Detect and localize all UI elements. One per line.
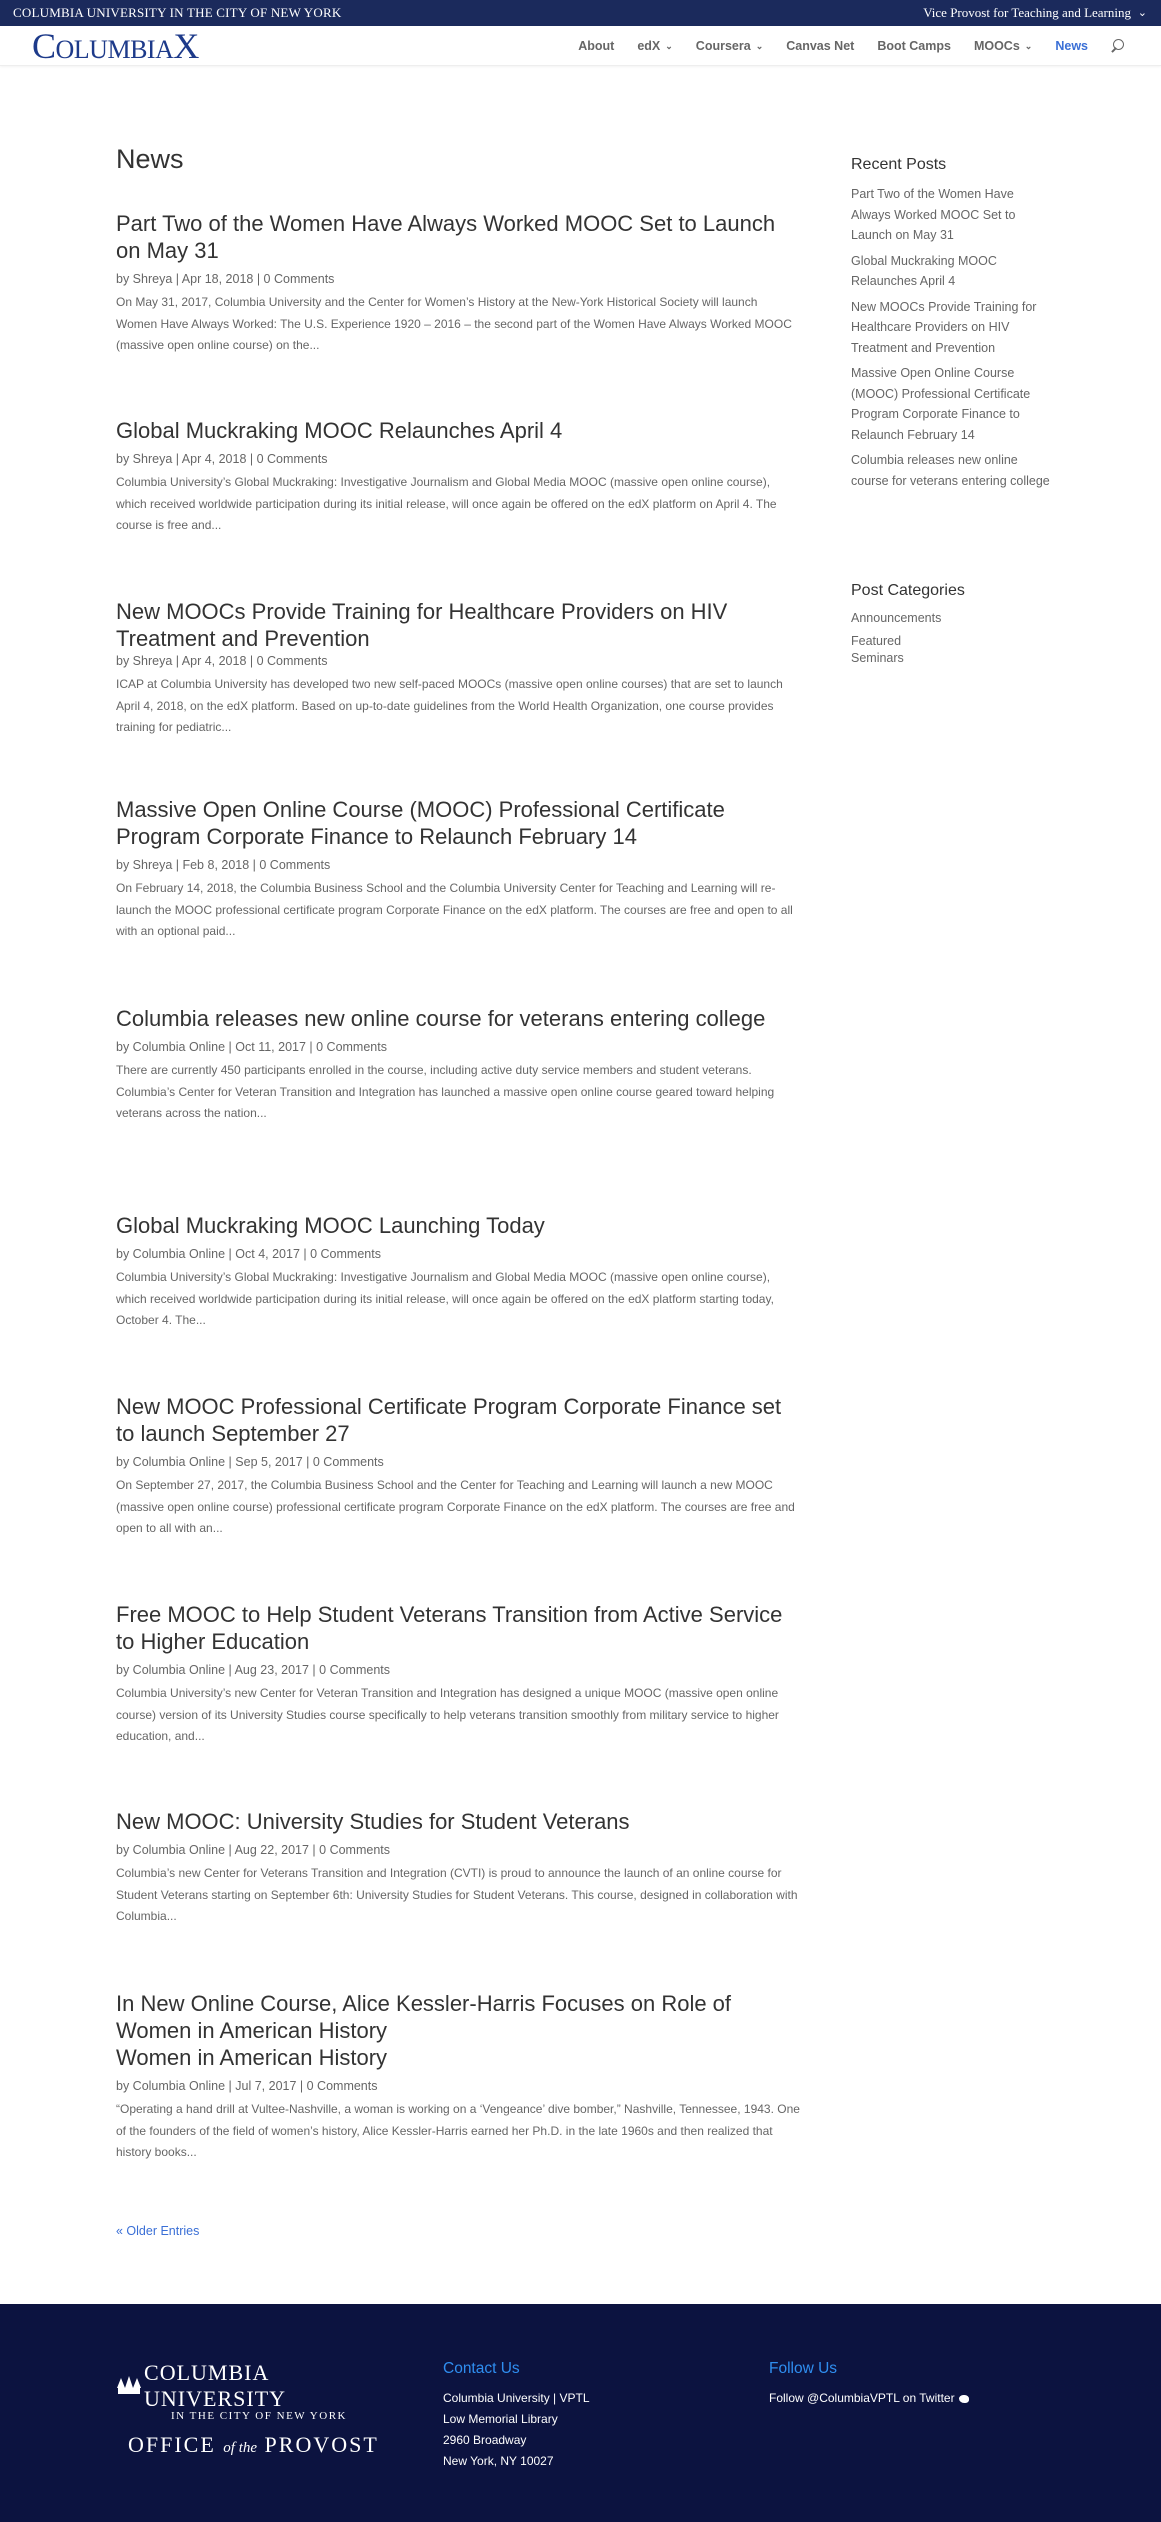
top-bar: COLUMBIA UNIVERSITY IN THE CITY OF NEW Y… <box>0 0 1161 26</box>
post-excerpt: “Operating a hand drill at Vultee-Nashvi… <box>116 2102 800 2159</box>
post-meta: by Columbia Online | Jul 7, 2017 | 0 Com… <box>116 2079 378 2093</box>
post-meta: by Columbia Online | Sep 5, 2017 | 0 Com… <box>116 1455 384 1469</box>
post-article: Free MOOC to Help Student Veterans Trans… <box>116 1601 801 1748</box>
post-title[interactable]: Columbia releases new online course for … <box>116 1005 801 1032</box>
post-excerpt: There are currently 450 participants enr… <box>116 1063 775 1120</box>
columbiax-logo[interactable]: COLUMBIAX <box>32 26 199 70</box>
nav-item-moocs[interactable]: MOOCs ⌄ <box>974 39 1032 53</box>
category-link[interactable]: Featured Seminars <box>851 633 1051 667</box>
university-name: COLUMBIA UNIVERSITY IN THE CITY OF NEW Y… <box>13 5 342 20</box>
post-article: New MOOC: University Studies for Student… <box>116 1808 801 1928</box>
post-title[interactable]: In New Online Course, Alice Kessler-Harr… <box>116 1990 801 2071</box>
post-article: New MOOCs Provide Training for Healthcar… <box>116 598 801 739</box>
contact-line: Low Memorial Library <box>443 2412 558 2426</box>
recent-post-link[interactable]: Columbia releases new online course for … <box>851 450 1051 491</box>
post-article: Global Muckraking MOOC Relaunches April … <box>116 417 801 537</box>
recent-post-link[interactable]: Massive Open Online Course (MOOC) Profes… <box>851 363 1051 445</box>
post-article: New MOOC Professional Certificate Progra… <box>116 1393 801 1540</box>
follow-column: Follow Us Follow @ColumbiaVPTL on Twitte… <box>769 2360 969 2409</box>
office-of-the-provost-logo[interactable]: OFFICE of the PROVOST <box>128 2432 379 2458</box>
post-categories-heading: Post Categories <box>851 582 965 599</box>
recent-post-link[interactable]: Part Two of the Women Have Always Worked… <box>851 184 1051 246</box>
post-excerpt: Columbia’s new Center for Veterans Trans… <box>116 1866 798 1923</box>
post-categories-list: Announcements Featured Seminars <box>851 610 1051 673</box>
contact-line: New York, NY 10027 <box>443 2454 554 2468</box>
main-nav: About edX ⌄ Coursera ⌄ Canvas Net Boot Cam… <box>555 26 1126 66</box>
post-excerpt: ICAP at Columbia University has develope… <box>116 677 783 734</box>
post-title[interactable]: Part Two of the Women Have Always Worked… <box>116 210 801 264</box>
contact-line: Columbia University | VPTL <box>443 2391 590 2405</box>
post-meta: by Shreya | Apr 18, 2018 | 0 Comments <box>116 272 335 286</box>
contact-heading: Contact Us <box>443 2360 520 2377</box>
post-title[interactable]: Global Muckraking MOOC Launching Today <box>116 1212 801 1239</box>
follow-heading: Follow Us <box>769 2360 838 2377</box>
site-header: COLUMBIAX About edX ⌄ Coursera ⌄ Canvas Ne… <box>0 26 1161 66</box>
nav-item-about[interactable]: About <box>578 39 614 53</box>
post-excerpt: On September 27, 2017, the Columbia Busi… <box>116 1478 795 1535</box>
chevron-down-icon: ⌄ <box>665 40 673 51</box>
post-meta: by Shreya | Apr 4, 2018 | 0 Comments <box>116 452 328 466</box>
post-excerpt: Columbia University’s Global Muckraking:… <box>116 1270 774 1327</box>
post-title[interactable]: New MOOCs Provide Training for Healthcar… <box>116 598 801 652</box>
post-meta: by Shreya | Apr 4, 2018 | 0 Comments <box>116 654 328 668</box>
recent-posts-heading: Recent Posts <box>851 156 947 173</box>
post-title[interactable]: Massive Open Online Course (MOOC) Profes… <box>116 796 801 850</box>
category-link[interactable]: Announcements <box>851 610 1051 627</box>
search-icon[interactable] <box>1110 38 1126 54</box>
recent-post-link[interactable]: Global Muckraking MOOC Relaunches April … <box>851 251 1051 292</box>
nav-item-news[interactable]: News <box>1055 39 1088 53</box>
post-article: Massive Open Online Course (MOOC) Profes… <box>116 796 801 943</box>
older-entries-link[interactable]: « Older Entries <box>116 2224 199 2238</box>
twitter-link[interactable]: Follow @ColumbiaVPTL on Twitter <box>769 2388 969 2409</box>
nav-item-boot-camps[interactable]: Boot Camps <box>877 39 951 53</box>
nav-item-edx[interactable]: edX ⌄ <box>637 39 672 53</box>
post-meta: by Columbia Online | Aug 23, 2017 | 0 Co… <box>116 1663 391 1677</box>
chevron-down-icon[interactable]: ⌄ <box>1138 6 1147 19</box>
post-article: Part Two of the Women Have Always Worked… <box>116 210 801 357</box>
post-article: In New Online Course, Alice Kessler-Harr… <box>116 1990 801 2164</box>
post-title[interactable]: Global Muckraking MOOC Relaunches April … <box>116 417 801 444</box>
post-excerpt: Columbia University’s new Center for Vet… <box>116 1686 779 1743</box>
contact-column: Contact Us Columbia University | VPTL Lo… <box>443 2360 590 2472</box>
columbia-university-logo[interactable]: COLUMBIA UNIVERSITY IN THE CITY OF NEW Y… <box>116 2360 396 2422</box>
post-article: Columbia releases new online course for … <box>116 1005 801 1125</box>
page-title: News <box>116 144 184 174</box>
post-article: Global Muckraking MOOC Launching Today b… <box>116 1212 801 1332</box>
office-menu[interactable]: Vice Provost for Teaching and Learning <box>923 5 1131 21</box>
site-footer: COLUMBIA UNIVERSITY IN THE CITY OF NEW Y… <box>0 2304 1161 2522</box>
post-excerpt: Columbia University’s Global Muckraking:… <box>116 475 777 532</box>
post-excerpt: On May 31, 2017, Columbia University and… <box>116 295 792 352</box>
nav-item-coursera[interactable]: Coursera ⌄ <box>696 39 763 53</box>
crown-icon <box>116 2376 141 2396</box>
post-excerpt: On February 14, 2018, the Columbia Busin… <box>116 881 793 938</box>
recent-posts-list: Part Two of the Women Have Always Worked… <box>851 184 1051 496</box>
contact-line: 2960 Broadway <box>443 2433 527 2447</box>
post-title[interactable]: New MOOC: University Studies for Student… <box>116 1808 801 1835</box>
post-meta: by Shreya | Feb 8, 2018 | 0 Comments <box>116 858 331 872</box>
nav-item-canvas-net[interactable]: Canvas Net <box>786 39 854 53</box>
post-title[interactable]: New MOOC Professional Certificate Progra… <box>116 1393 801 1447</box>
twitter-icon <box>958 2394 969 2403</box>
post-meta: by Columbia Online | Aug 22, 2017 | 0 Co… <box>116 1843 391 1857</box>
chevron-down-icon: ⌄ <box>755 40 764 51</box>
post-meta: by Columbia Online | Oct 11, 2017 | 0 Co… <box>116 1040 387 1054</box>
recent-post-link[interactable]: New MOOCs Provide Training for Healthcar… <box>851 297 1051 359</box>
post-meta: by Columbia Online | Oct 4, 2017 | 0 Com… <box>116 1247 381 1261</box>
post-title[interactable]: Free MOOC to Help Student Veterans Trans… <box>116 1601 801 1655</box>
chevron-down-icon: ⌄ <box>1024 40 1033 51</box>
